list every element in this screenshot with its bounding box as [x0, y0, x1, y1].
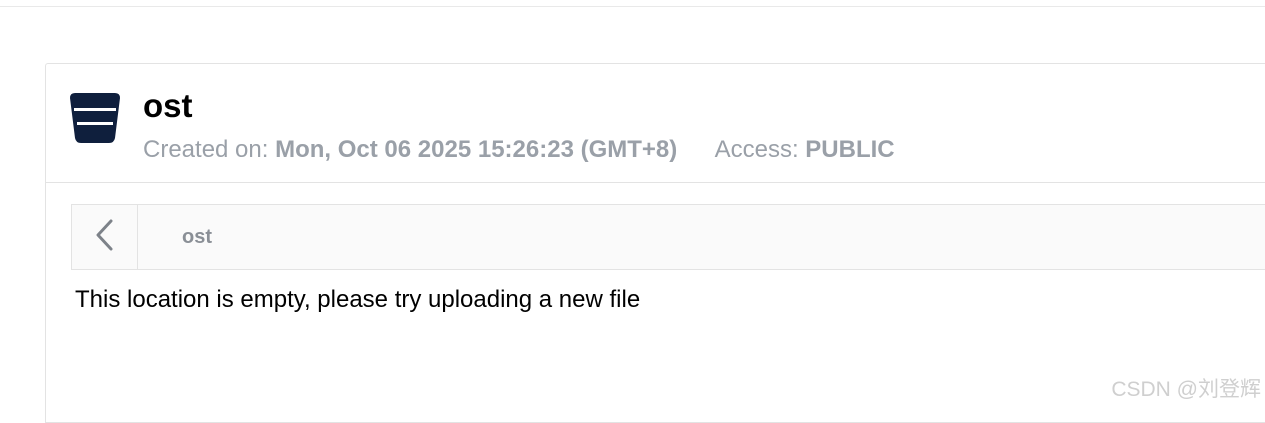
bucket-icon: [69, 92, 121, 144]
bucket-meta: Created on: Mon, Oct 06 2025 15:26:23 (G…: [143, 135, 895, 165]
bucket-header: ost Created on: Mon, Oct 06 2025 15:26:2…: [46, 64, 1265, 183]
created-value: Mon, Oct 06 2025 15:26:23 (GMT+8): [275, 136, 678, 163]
bucket-title: ost: [143, 87, 193, 124]
created-label: Created on:: [143, 136, 269, 163]
empty-state-message: This location is empty, please try uploa…: [75, 286, 641, 313]
access-label: Access:: [714, 136, 799, 163]
access-value: PUBLIC: [805, 136, 895, 163]
chevron-left-icon: [94, 218, 116, 257]
top-divider: [0, 6, 1265, 7]
watermark: CSDN @刘登辉: [1111, 378, 1261, 401]
path-bar: ost: [71, 204, 1265, 270]
breadcrumb[interactable]: ost: [182, 225, 212, 249]
bucket-card: ost Created on: Mon, Oct 06 2025 15:26:2…: [45, 63, 1265, 423]
back-button[interactable]: [72, 205, 138, 269]
